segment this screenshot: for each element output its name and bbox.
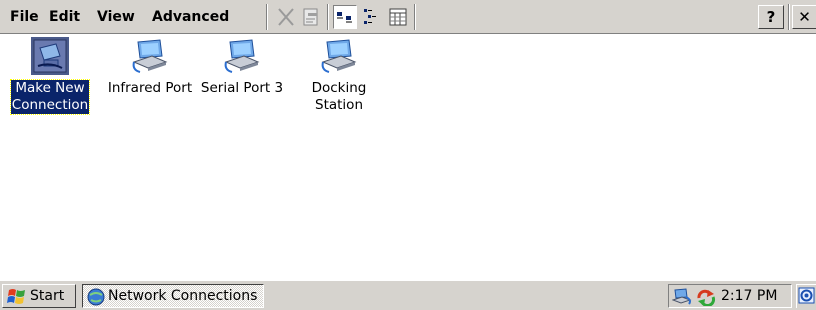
menu-file[interactable]: File <box>10 8 39 26</box>
small-icons-icon <box>364 9 376 24</box>
windows-logo-icon <box>7 289 25 304</box>
menu-view[interactable]: View <box>97 8 135 26</box>
system-tray: 2:17 PM <box>668 284 792 308</box>
details-icon <box>389 8 407 26</box>
item-label: Docking Station <box>311 80 367 113</box>
start-button[interactable]: Start <box>2 284 76 308</box>
sync-icon[interactable] <box>695 288 717 306</box>
item-label: Infrared Port <box>107 80 193 96</box>
close-button[interactable]: ✕ <box>792 5 816 29</box>
toolbar-separator <box>327 4 329 30</box>
network-connection-icon <box>224 39 260 73</box>
toolbar-separator <box>266 4 268 30</box>
command-bar: File Edit View Advanced ? ✕ <box>0 0 816 34</box>
item-label: Serial Port 3 <box>200 80 284 96</box>
item-docking-station[interactable]: Docking Station <box>291 36 387 114</box>
delete-icon <box>278 8 294 26</box>
large-icons-icon <box>337 12 352 23</box>
menu-edit[interactable]: Edit <box>49 8 80 26</box>
network-status-icon[interactable] <box>672 288 694 306</box>
menu-advanced[interactable]: Advanced <box>152 8 229 26</box>
network-connections-icon <box>87 288 105 306</box>
make-new-connection-icon <box>31 37 69 75</box>
start-label: Start <box>30 288 65 304</box>
item-label: Make New Connection <box>9 79 91 115</box>
small-icons-button[interactable] <box>360 5 384 29</box>
properties-icon <box>303 8 318 26</box>
properties-button[interactable] <box>299 5 323 29</box>
desktop-icon <box>798 287 815 304</box>
desktop-button[interactable] <box>796 284 816 308</box>
help-button[interactable]: ? <box>758 5 784 29</box>
details-button[interactable] <box>386 5 410 29</box>
connections-list: Make New Connection Infrared Port Serial … <box>0 34 816 280</box>
item-serial-port-3[interactable]: Serial Port 3 <box>194 36 290 97</box>
taskbar-network-connections[interactable]: Network Connections <box>82 284 264 308</box>
network-connection-icon <box>321 39 357 73</box>
item-make-new-connection[interactable]: Make New Connection <box>2 36 98 115</box>
large-icons-button[interactable] <box>333 5 357 29</box>
taskbar: Start Network Connections 2:17 PM <box>0 280 816 310</box>
clock[interactable]: 2:17 PM <box>721 285 777 307</box>
delete-button[interactable] <box>274 5 298 29</box>
network-connection-icon <box>132 39 168 73</box>
toolbar-separator <box>788 4 790 30</box>
task-label: Network Connections <box>108 288 258 304</box>
item-infrared-port[interactable]: Infrared Port <box>102 36 198 97</box>
toolbar-separator <box>414 4 416 30</box>
